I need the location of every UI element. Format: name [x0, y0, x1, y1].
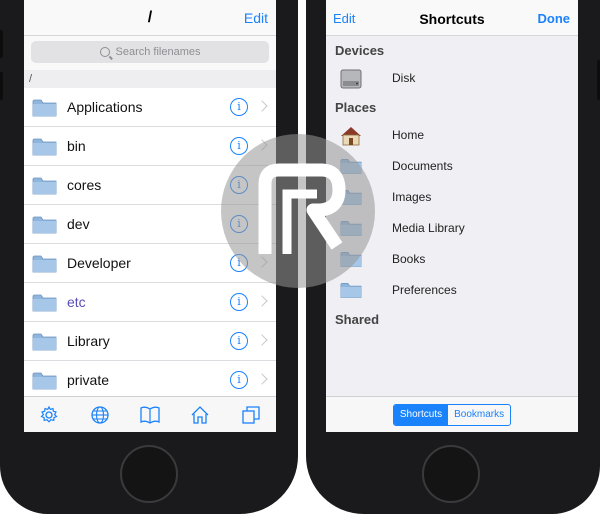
shortcut-label: Media Library [392, 220, 465, 235]
chevron-right-icon [256, 373, 268, 385]
shortcut-label: Documents [392, 158, 453, 173]
info-icon[interactable]: i [230, 293, 248, 311]
folder-icon [32, 98, 57, 117]
file-row[interactable]: private i [24, 361, 276, 400]
home-button[interactable] [422, 445, 480, 503]
edit-button[interactable]: Edit [244, 10, 268, 26]
file-name: etc [67, 294, 86, 310]
home-icon[interactable] [189, 404, 211, 426]
search-area: Search filenames [24, 36, 276, 70]
copy-icon[interactable] [240, 404, 262, 426]
devices-list: Disk [326, 62, 578, 93]
path-header: / [24, 70, 276, 88]
chevron-right-icon [256, 334, 268, 346]
volume-button [0, 30, 3, 58]
file-name: Developer [67, 255, 131, 271]
shortcut-label: Images [392, 189, 432, 204]
segmented-control: Shortcuts Bookmarks [392, 403, 512, 426]
folder-icon [32, 215, 57, 234]
shortcut-label: Disk [392, 70, 416, 85]
folder-icon [32, 176, 57, 195]
info-icon[interactable]: i [230, 332, 248, 350]
file-name: cores [67, 177, 102, 193]
file-row[interactable]: etc i [24, 283, 276, 322]
search-input[interactable]: Search filenames [31, 41, 269, 63]
stage: / Edit Search filenames / Applications i b… [0, 0, 600, 524]
gear-icon[interactable] [38, 404, 60, 426]
globe-icon[interactable] [89, 404, 111, 426]
folder-icon [32, 332, 57, 351]
section-header-devices: Devices [335, 43, 385, 58]
chevron-right-icon [256, 295, 268, 307]
chevron-right-icon [256, 100, 268, 112]
bottom-toolbar: Shortcuts Bookmarks [326, 396, 578, 432]
nav-title: / [147, 9, 153, 26]
tab-bar [24, 396, 276, 432]
section-header-shared: Shared [335, 312, 380, 327]
shortcut-label: Preferences [392, 282, 457, 297]
file-row[interactable]: Library i [24, 322, 276, 361]
volume-button [0, 72, 3, 100]
file-name: bin [67, 138, 86, 154]
done-button[interactable]: Done [538, 11, 571, 26]
info-icon[interactable]: i [230, 98, 248, 116]
navigation-bar: / Edit [24, 0, 276, 36]
segment-shortcuts[interactable]: Shortcuts [393, 404, 449, 425]
section-header-places: Places [335, 100, 377, 115]
file-name: dev [67, 216, 90, 232]
file-name: Applications [67, 99, 143, 115]
disk-icon [340, 69, 362, 88]
folder-icon [32, 293, 57, 312]
shortcut-label: Home [392, 127, 425, 142]
book-icon[interactable] [139, 404, 161, 426]
info-icon[interactable]: i [230, 371, 248, 389]
home-button[interactable] [120, 445, 178, 503]
segment-bookmarks[interactable]: Bookmarks [448, 405, 510, 425]
watermark-logo [221, 134, 375, 288]
folder-icon [32, 254, 57, 273]
folder-icon [32, 371, 57, 390]
file-name: private [67, 372, 110, 388]
search-icon [99, 47, 110, 57]
folder-icon [32, 137, 57, 156]
navigation-bar: Edit Shortcuts Done [326, 0, 578, 36]
search-placeholder: Search filenames [115, 46, 201, 58]
file-row[interactable]: Applications i [24, 88, 276, 127]
file-name: Library [67, 333, 110, 349]
shortcut-label: Books [392, 251, 426, 266]
shortcut-row[interactable]: Disk [326, 62, 578, 93]
